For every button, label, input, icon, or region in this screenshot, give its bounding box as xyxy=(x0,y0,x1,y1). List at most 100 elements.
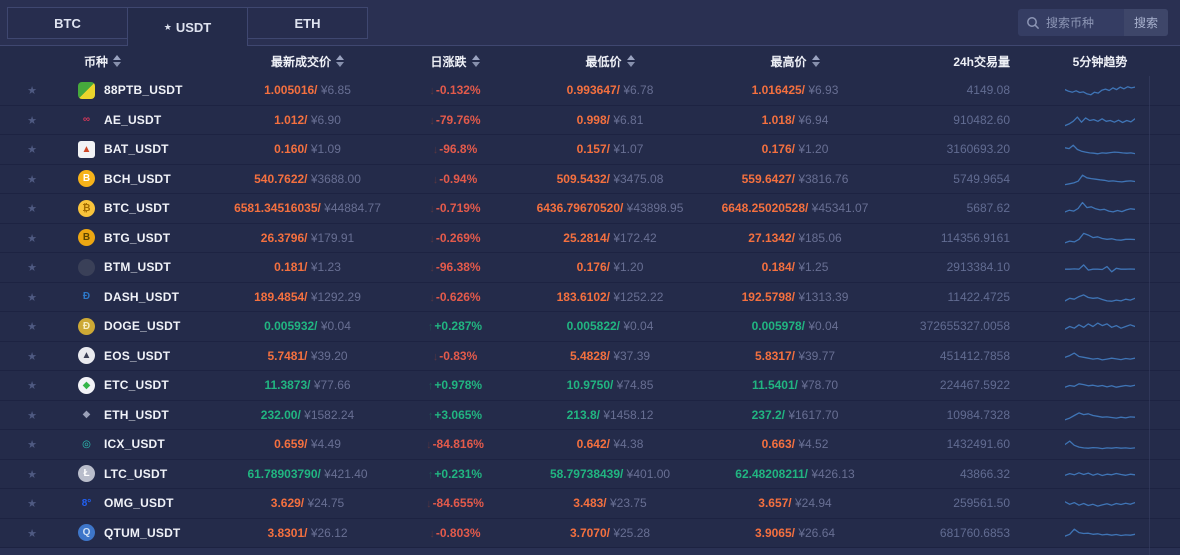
column-header-coin[interactable]: 币种 xyxy=(64,53,225,70)
daily-change-cell: ↓-0.132% xyxy=(429,83,481,98)
favorite-star-icon[interactable]: ★ xyxy=(27,469,37,481)
volume-cell: 2913384.10 xyxy=(946,260,1010,275)
pair-name: LTC_USDT xyxy=(104,466,168,481)
favorite-star-icon[interactable]: ★ xyxy=(27,321,37,333)
tab-usdt[interactable]: ★ USDT xyxy=(127,7,248,46)
favorite-star-icon[interactable]: ★ xyxy=(27,115,37,127)
coin-icon: ₿ xyxy=(78,199,95,217)
coin-icon xyxy=(78,258,95,276)
sparkline xyxy=(1020,139,1180,159)
volume-cell: 114356.9161 xyxy=(940,230,1010,245)
trend-column-separator xyxy=(1149,76,1150,555)
volume-cell: 259561.50 xyxy=(953,496,1010,511)
high-price-cell: 5.8317/ ¥39.77 xyxy=(754,348,836,363)
column-header-volume: 24h交易量 xyxy=(953,54,1010,69)
favorite-star-icon[interactable]: ★ xyxy=(27,203,37,215)
search-button[interactable]: 搜索 xyxy=(1123,9,1168,36)
pair-name: ETC_USDT xyxy=(104,378,169,393)
favorite-star-icon[interactable]: ★ xyxy=(27,262,37,274)
favorite-star-icon[interactable]: ★ xyxy=(27,85,37,97)
high-price-cell: 27.1342/ ¥185.06 xyxy=(748,230,842,245)
pair-name: OMG_USDT xyxy=(104,496,174,511)
low-price-cell: 0.157/ ¥1.07 xyxy=(576,142,644,157)
coin-icon: Ð xyxy=(78,317,95,335)
last-price-cell: 0.659/ ¥4.49 xyxy=(274,437,341,452)
favorite-star-icon[interactable]: ★ xyxy=(27,439,37,451)
coin-icon: ∞ xyxy=(82,114,91,126)
change-direction-icon: ↑ xyxy=(427,321,434,334)
table-row[interactable]: ★ ◆ ETC_USDT 11.3873/ ¥77.66 ↑+0.978% 10… xyxy=(0,371,1180,401)
search-input[interactable] xyxy=(1045,15,1124,30)
tab-btc[interactable]: BTC xyxy=(7,7,128,39)
favorite-star-icon[interactable]: ★ xyxy=(27,410,37,422)
daily-change-cell: ↓-0.719% xyxy=(429,201,481,216)
daily-change-cell: ↑+3.065% xyxy=(427,407,483,422)
sparkline xyxy=(1020,434,1180,454)
table-row[interactable]: ★ B BCH_USDT 540.7622/ ¥3688.00 ↓-0.94% … xyxy=(0,165,1180,194)
table-row[interactable]: ★ 8° OMG_USDT 3.629/ ¥24.75 ↓-84.655% 3.… xyxy=(0,489,1180,519)
sparkline xyxy=(1020,169,1180,189)
change-direction-icon: ↓ xyxy=(429,527,435,540)
high-price-cell: 3.657/ ¥24.94 xyxy=(758,496,832,511)
favorite-star-icon[interactable]: ★ xyxy=(27,174,37,186)
last-price-cell: 5.7481/ ¥39.20 xyxy=(267,348,348,363)
table-row[interactable]: ★ ◎ ICX_USDT 0.659/ ¥4.49 ↓-84.816% 0.64… xyxy=(0,430,1180,460)
daily-change-cell: ↓-96.38% xyxy=(429,260,481,275)
volume-cell: 43866.32 xyxy=(959,466,1010,481)
daily-change-cell: ↓-96.8% xyxy=(432,142,478,157)
table-row[interactable]: ★ ₿ BTC_USDT 6581.34516035/ ¥44884.77 ↓-… xyxy=(0,194,1180,224)
low-price-cell: 5.4828/ ¥37.39 xyxy=(569,348,651,363)
coin-icon: ▲ xyxy=(78,140,95,158)
favorite-star-icon[interactable]: ★ xyxy=(27,144,37,156)
table-row[interactable]: ★ ▲ EOS_USDT 5.7481/ ¥39.20 ↓-0.83% 5.48… xyxy=(0,342,1180,371)
low-price-cell: 6436.79670520/ ¥43898.95 xyxy=(536,201,684,216)
sparkline xyxy=(1020,228,1180,248)
column-header-last-price[interactable]: 最新成交价 xyxy=(225,53,390,70)
change-direction-icon: ↓ xyxy=(429,262,435,275)
sort-arrows-icon xyxy=(113,55,122,67)
daily-change-cell: ↓-0.626% xyxy=(429,289,481,304)
sparkline xyxy=(1020,375,1180,395)
high-price-cell: 62.48208211/ ¥426.13 xyxy=(735,466,855,481)
pair-name: BTG_USDT xyxy=(104,230,171,245)
table-row[interactable]: ★ Ð DASH_USDT 189.4854/ ¥1292.29 ↓-0.626… xyxy=(0,283,1180,312)
volume-cell: 4149.08 xyxy=(966,83,1010,98)
table-row[interactable]: ★ ◆ ETH_USDT 232.00/ ¥1582.24 ↑+3.065% 2… xyxy=(0,401,1180,430)
coin-icon: Ł xyxy=(78,465,95,483)
table-row[interactable]: ★ 88PTB_USDT 1.005016/ ¥6.85 ↓-0.132% 0.… xyxy=(0,76,1180,106)
favorite-star-icon[interactable]: ★ xyxy=(27,380,37,392)
column-header-daily-change[interactable]: 日涨跌 xyxy=(390,53,520,70)
favorite-star-icon[interactable]: ★ xyxy=(27,498,37,510)
low-price-cell: 0.993647/ ¥6.78 xyxy=(566,83,654,98)
column-header-high-price[interactable]: 最高价 xyxy=(700,53,890,70)
table-row[interactable]: ★ Ł LTC_USDT 61.78903790/ ¥421.40 ↑+0.23… xyxy=(0,460,1180,489)
change-direction-icon: ↑ xyxy=(427,468,434,481)
favorite-star-icon[interactable]: ★ xyxy=(27,292,37,304)
sparkline xyxy=(1020,316,1180,336)
tab-eth[interactable]: ETH xyxy=(247,7,368,39)
column-header-low-price[interactable]: 最低价 xyxy=(520,53,700,70)
sort-arrows-icon xyxy=(626,55,635,67)
table-row[interactable]: ★ Q QTUM_USDT 3.8301/ ¥26.12 ↓-0.803% 3.… xyxy=(0,519,1180,548)
sparkline xyxy=(1020,257,1180,277)
table-row[interactable]: ★ Ð DOGE_USDT 0.005932/ ¥0.04 ↑+0.287% 0… xyxy=(0,312,1180,342)
table-row[interactable]: ★ BTM_USDT 0.181/ ¥1.23 ↓-96.38% 0.176/ … xyxy=(0,253,1180,283)
last-price-cell: 3.629/ ¥24.75 xyxy=(270,496,345,511)
coin-icon: ▲ xyxy=(78,347,95,365)
high-price-cell: 1.018/ ¥6.94 xyxy=(761,112,829,127)
last-price-cell: 189.4854/ ¥1292.29 xyxy=(254,289,361,304)
table-row[interactable]: ★ ∞ AE_USDT 1.012/ ¥6.90 ↓-79.76% 0.998/… xyxy=(0,106,1180,135)
low-price-cell: 0.176/ ¥1.20 xyxy=(576,260,644,275)
change-direction-icon: ↓ xyxy=(426,498,432,511)
tab-usdt-label: USDT xyxy=(175,19,212,35)
favorite-star-icon[interactable]: ★ xyxy=(27,233,37,245)
active-tab-star-icon: ★ xyxy=(163,21,172,32)
change-direction-icon: ↓ xyxy=(432,144,439,157)
favorite-star-icon[interactable]: ★ xyxy=(27,528,37,540)
coin-icon: ◎ xyxy=(82,438,91,450)
pair-name: ICX_USDT xyxy=(104,437,165,452)
sort-arrows-icon xyxy=(336,55,344,67)
table-row[interactable]: ★ ▲ BAT_USDT 0.160/ ¥1.09 ↓-96.8% 0.157/… xyxy=(0,135,1180,165)
table-row[interactable]: ★ B BTG_USDT 26.3796/ ¥179.91 ↓-0.269% 2… xyxy=(0,224,1180,253)
favorite-star-icon[interactable]: ★ xyxy=(27,351,37,363)
